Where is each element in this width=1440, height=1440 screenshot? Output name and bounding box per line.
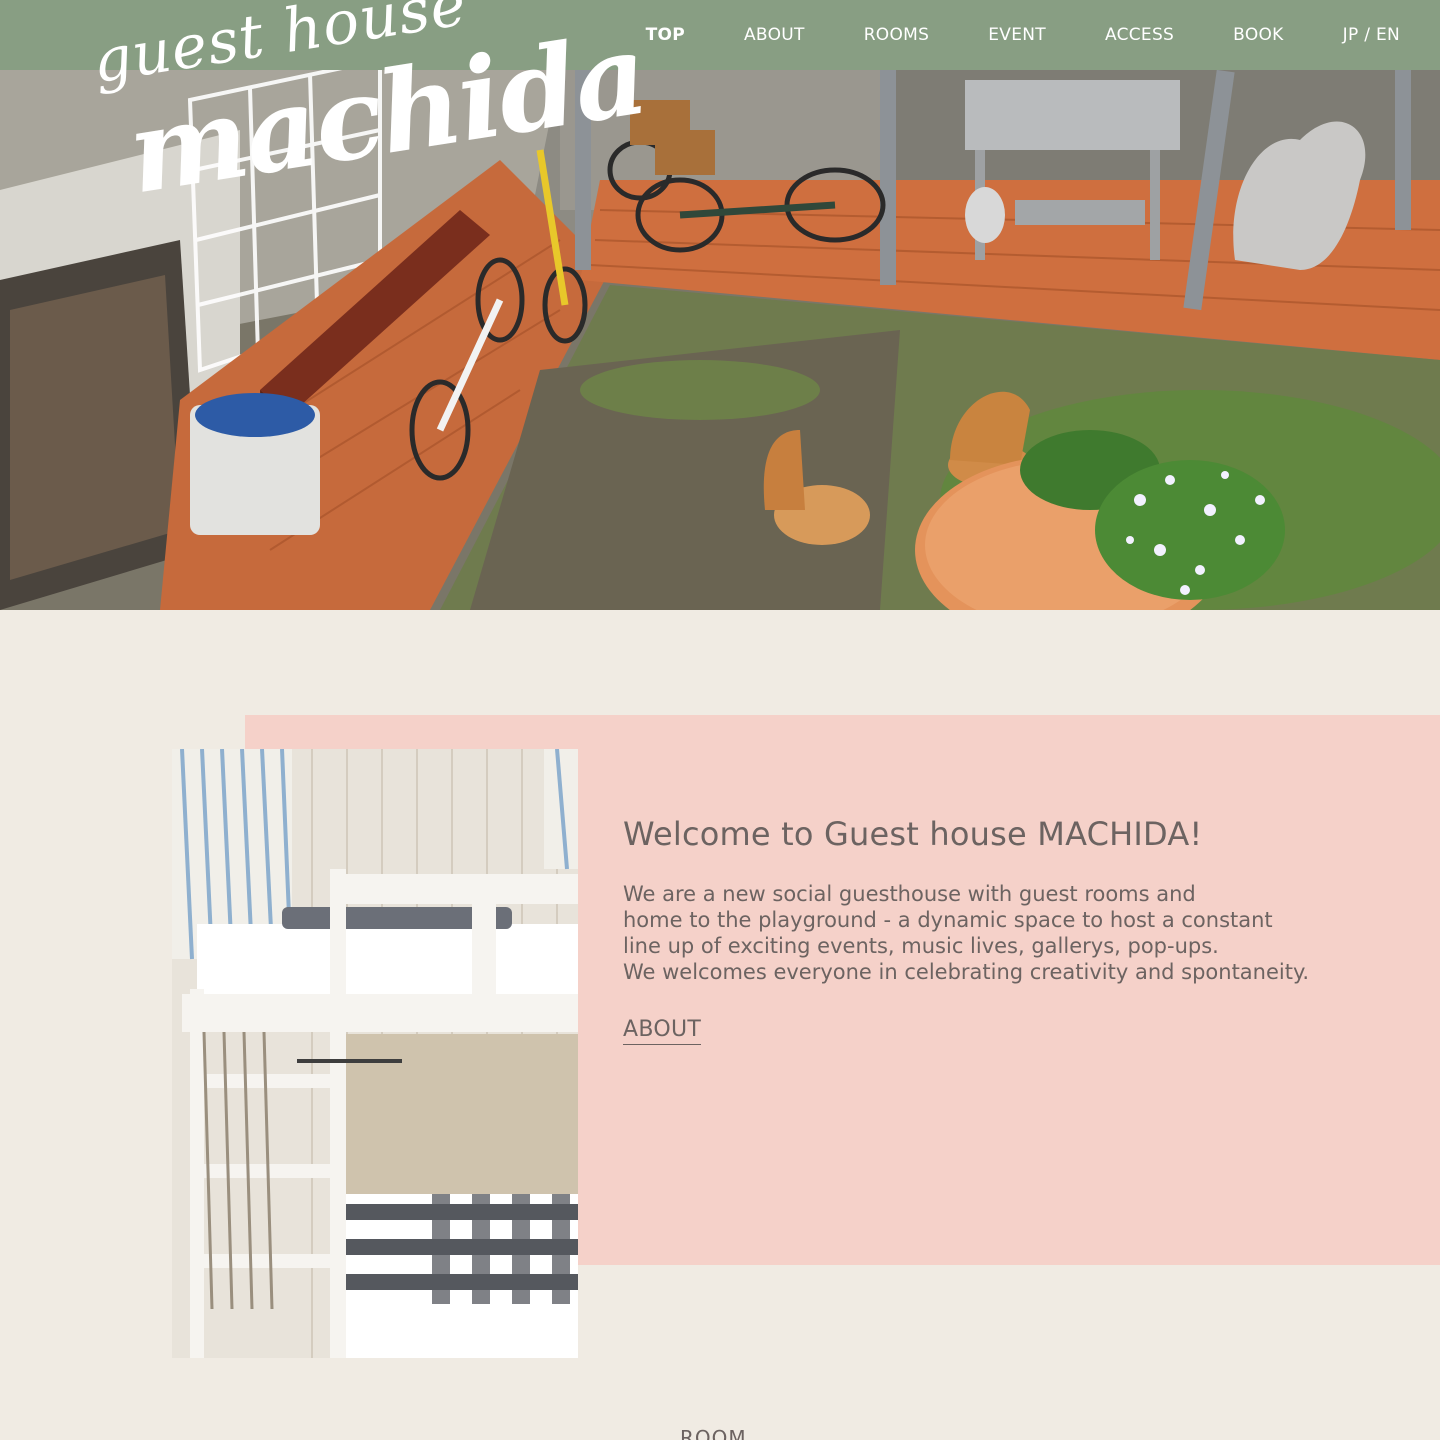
nav-language-switch[interactable]: JP / EN [1343, 25, 1400, 45]
hero-image [0, 70, 1440, 610]
nav-rooms[interactable]: ROOMS [864, 25, 930, 45]
welcome-line-1: We are a new social guesthouse with gues… [623, 882, 1196, 906]
nav-top[interactable]: TOP [646, 25, 685, 45]
nav-about[interactable]: ABOUT [744, 25, 805, 45]
bunk-bed-illustration [172, 749, 578, 1358]
welcome-line-2: home to the playground - a dynamic space… [623, 908, 1273, 932]
site-header: TOP ABOUT ROOMS EVENT ACCESS BOOK JP / E… [0, 0, 1440, 70]
bunk-bed-photo [172, 749, 578, 1358]
welcome-line-3: line up of exciting events, music lives,… [623, 934, 1219, 958]
nav-access[interactable]: ACCESS [1105, 25, 1174, 45]
welcome-text-block: Welcome to Guest house MACHIDA! We are a… [623, 815, 1363, 1045]
welcome-line-4: We welcomes everyone in celebrating crea… [623, 960, 1310, 984]
room-section-heading: ROOM [680, 1426, 747, 1440]
nav-event[interactable]: EVENT [988, 25, 1046, 45]
about-link[interactable]: ABOUT [623, 1017, 702, 1045]
nav-book[interactable]: BOOK [1233, 25, 1283, 45]
main-nav: TOP ABOUT ROOMS EVENT ACCESS BOOK JP / E… [587, 0, 1400, 70]
welcome-title: Welcome to Guest house MACHIDA! [623, 815, 1203, 853]
courtyard-photo [0, 70, 1440, 610]
welcome-description: We are a new social guesthouse with gues… [623, 881, 1363, 985]
